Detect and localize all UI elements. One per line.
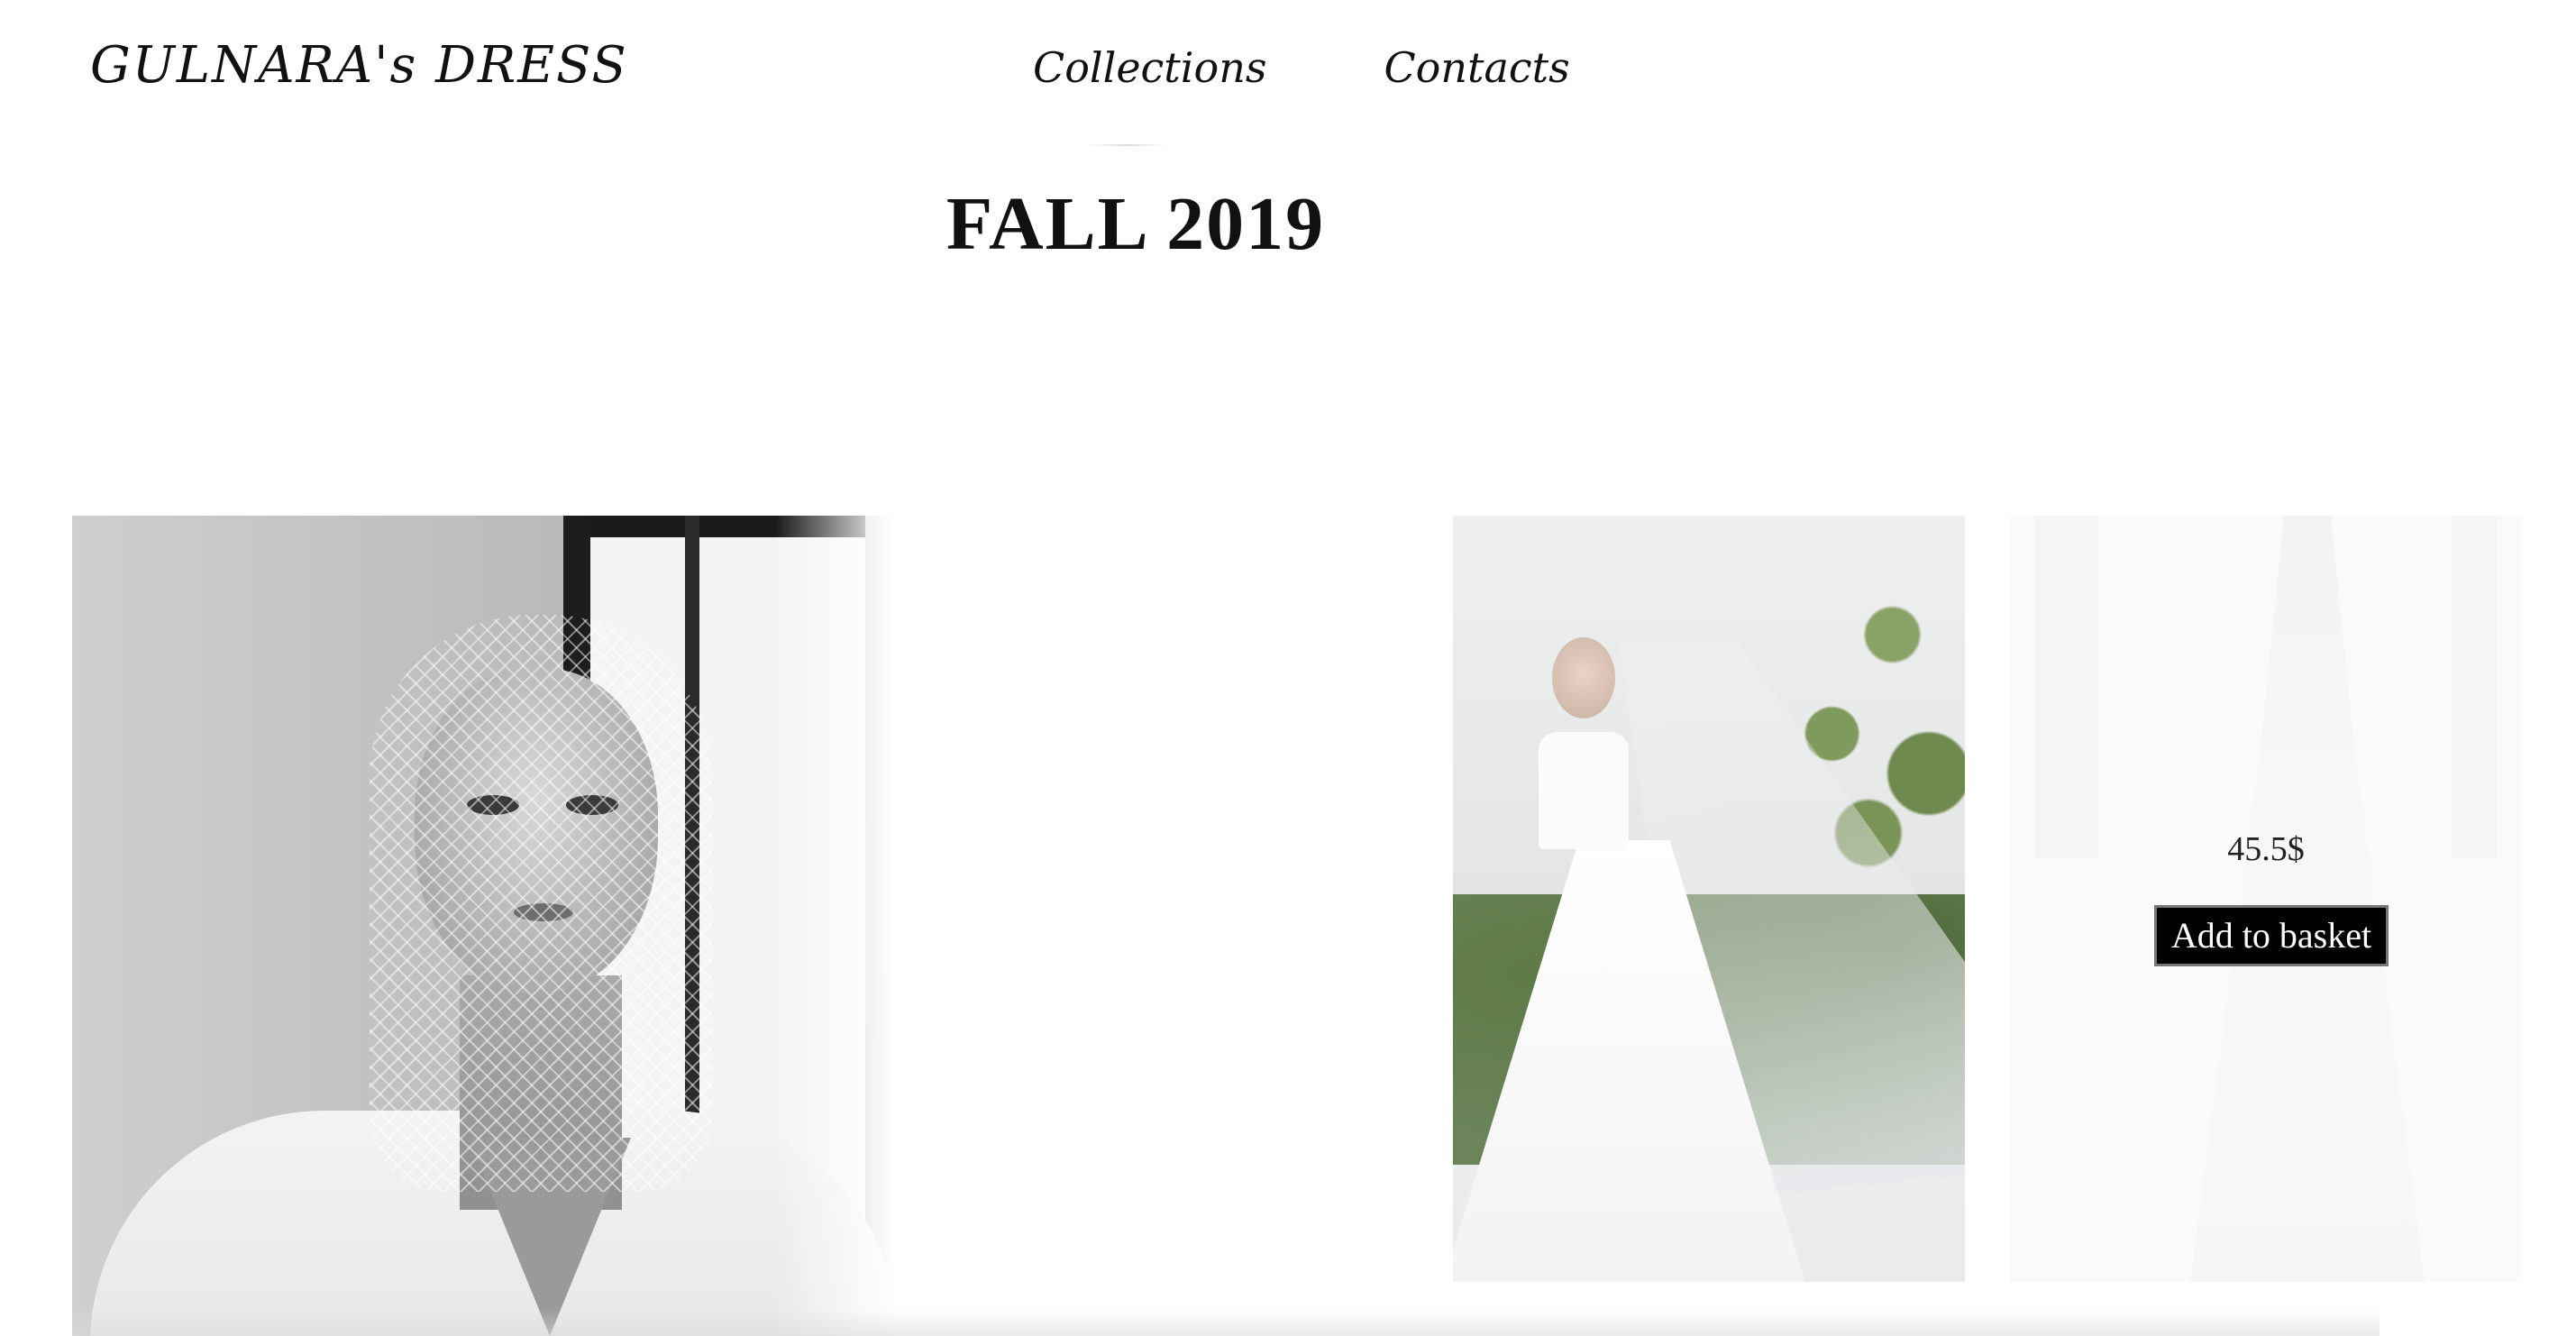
- product-card-1[interactable]: [72, 516, 925, 1336]
- scroll-shadow: [72, 1309, 2380, 1336]
- nav-contacts[interactable]: Contacts: [1384, 43, 1569, 92]
- page-title: FALL 2019: [945, 182, 1326, 266]
- product-card-2[interactable]: [1453, 516, 1965, 1282]
- add-to-basket-button[interactable]: Add to basket: [2154, 905, 2389, 966]
- nav-collections[interactable]: Collections: [1033, 43, 1266, 92]
- main-nav: Collections Contacts: [1033, 43, 1570, 92]
- product-price: 45.5$: [2227, 830, 2305, 868]
- site-header: GULNARA's DRESS Collections Contacts: [0, 0, 2576, 146]
- nav-active-indicator: [1087, 144, 1168, 146]
- brand-logo[interactable]: GULNARA's DRESS: [90, 36, 628, 95]
- product-card-3[interactable]: 45.5$ Add to basket: [2010, 516, 2522, 1282]
